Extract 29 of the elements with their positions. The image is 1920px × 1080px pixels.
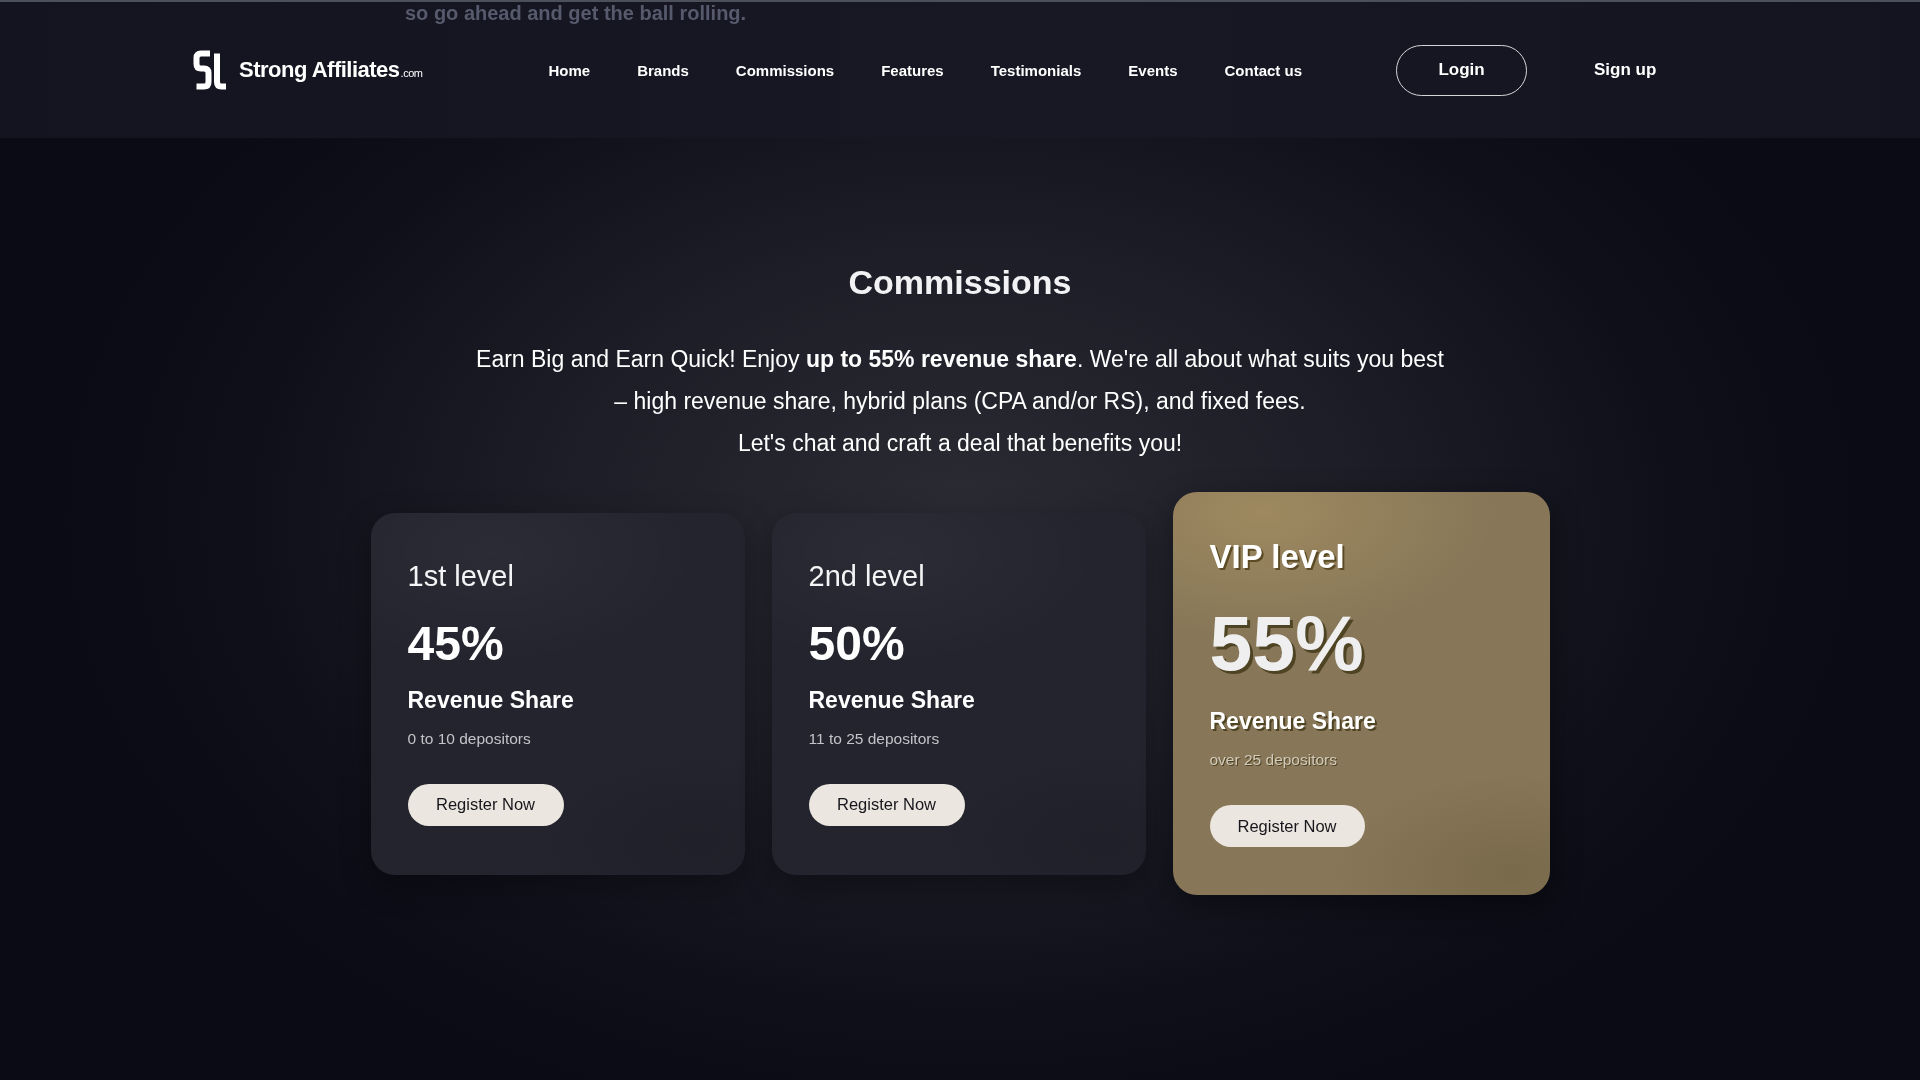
commission-percent: 50% xyxy=(808,615,905,672)
logo-link[interactable]: Strong Affiliates.com xyxy=(193,50,423,90)
tier-name: 2nd level xyxy=(808,558,925,594)
tier-name: VIP level xyxy=(1209,537,1345,577)
tier-name: 1st level xyxy=(407,558,514,594)
logo-icon xyxy=(193,50,229,90)
depositor-range: 11 to 25 depositors xyxy=(808,728,940,749)
depositor-range: 0 to 10 depositors xyxy=(407,728,531,749)
nav-link[interactable]: Brands xyxy=(637,61,689,79)
intro-paragraph: Earn Big and Earn Quick! Enjoy up to 55% revenue share. We're all about what suits you best – high revenue share, hybrid plans (CPA and/or RS), and fixed fees. Let's chat and craft a deal that benefits you! xyxy=(476,345,1444,458)
commission-percent: 55% xyxy=(1209,599,1364,688)
register-button[interactable]: Register Now xyxy=(808,783,965,826)
nav-link[interactable]: Testimonials xyxy=(990,61,1082,79)
commission-label: Revenue Share xyxy=(808,685,975,715)
depositor-range: over 25 depositors xyxy=(1209,750,1338,770)
commission-percent: 45% xyxy=(407,615,504,672)
logo-wordmark: Strong Affiliates.com xyxy=(239,57,423,83)
nav-link[interactable]: Features xyxy=(881,61,944,79)
section-title: Commissions xyxy=(848,262,1072,303)
register-button[interactable]: Register Now xyxy=(1209,805,1365,847)
nav-link[interactable]: Commissions xyxy=(735,61,835,79)
faded-background-text: so go ahead and get the ball rolling. xyxy=(405,2,747,24)
nav-link[interactable]: Events xyxy=(1128,61,1178,79)
commission-label: Revenue Share xyxy=(407,685,574,715)
register-button[interactable]: Register Now xyxy=(407,783,564,826)
nav-link[interactable]: Home xyxy=(548,61,591,79)
nav-link[interactable]: Contact us xyxy=(1224,61,1302,79)
commission-label: Revenue Share xyxy=(1209,707,1376,736)
signup-link[interactable]: Sign up xyxy=(1594,60,1657,80)
